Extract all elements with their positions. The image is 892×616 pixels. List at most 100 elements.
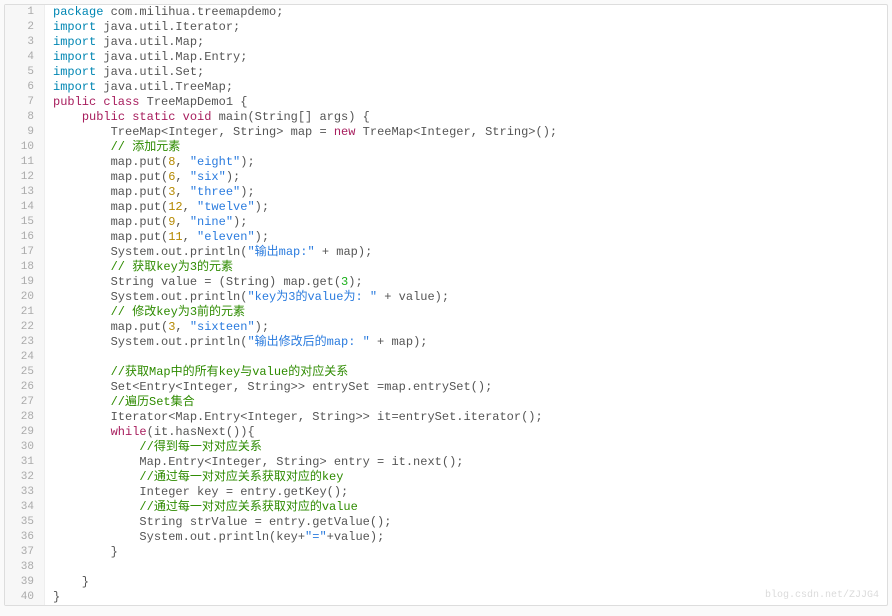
line-content: //通过每一对对应关系获取对应的key xyxy=(45,470,343,485)
code-block: 1package com.milihua.treemapdemo;2import… xyxy=(4,4,888,606)
token: //通过每一对对应关系获取对应的key xyxy=(139,470,343,484)
token: 12 xyxy=(168,200,182,214)
code-line: 13 map.put(3, "three"); xyxy=(5,185,887,200)
code-line: 31 Map.Entry<Integer, String> entry = it… xyxy=(5,455,887,470)
token: import xyxy=(53,20,103,34)
line-number: 1 xyxy=(5,5,45,20)
line-content: //遍历Set集合 xyxy=(45,395,195,410)
line-content: while(it.hasNext()){ xyxy=(45,425,255,440)
token: , xyxy=(175,185,189,199)
code-line: 15 map.put(9, "nine"); xyxy=(5,215,887,230)
token: main(String[] args) { xyxy=(219,110,370,124)
code-line: 17 System.out.println("输出map:" + map); xyxy=(5,245,887,260)
line-content: TreeMap<Integer, String> map = new TreeM… xyxy=(45,125,557,140)
line-number: 6 xyxy=(5,80,45,95)
token: ); xyxy=(255,230,269,244)
line-content: map.put(3, "three"); xyxy=(45,185,255,200)
code-line: 9 TreeMap<Integer, String> map = new Tre… xyxy=(5,125,887,140)
code-line: 30 //得到每一对对应关系 xyxy=(5,440,887,455)
code-line: 19 String value = (String) map.get(3); xyxy=(5,275,887,290)
token: map.put( xyxy=(53,200,168,214)
code-line: 20 System.out.println("key为3的value为: " +… xyxy=(5,290,887,305)
code-line: 24 xyxy=(5,350,887,365)
code-line: 6import java.util.TreeMap; xyxy=(5,80,887,95)
code-line: 7public class TreeMapDemo1 { xyxy=(5,95,887,110)
line-content: map.put(12, "twelve"); xyxy=(45,200,269,215)
token: "three" xyxy=(190,185,240,199)
token: map.put( xyxy=(53,230,168,244)
token: Iterator<Map.Entry<Integer, String>> it=… xyxy=(53,410,543,424)
line-number: 28 xyxy=(5,410,45,425)
line-number: 19 xyxy=(5,275,45,290)
code-line: 14 map.put(12, "twelve"); xyxy=(5,200,887,215)
code-line: 23 System.out.println("输出修改后的map: " + ma… xyxy=(5,335,887,350)
token: TreeMap<Integer, String>(); xyxy=(363,125,557,139)
token: ); xyxy=(255,200,269,214)
line-number: 31 xyxy=(5,455,45,470)
line-content: import java.util.Map.Entry; xyxy=(45,50,247,65)
token: , xyxy=(175,320,189,334)
token: { xyxy=(240,95,247,109)
line-number: 24 xyxy=(5,350,45,365)
token: +value); xyxy=(327,530,385,544)
line-content: public class TreeMapDemo1 { xyxy=(45,95,247,110)
code-line: 36 System.out.println(key+"="+value); xyxy=(5,530,887,545)
line-content: String value = (String) map.get(3); xyxy=(45,275,363,290)
token: import xyxy=(53,35,103,49)
token: } xyxy=(53,575,89,589)
token: "eight" xyxy=(190,155,240,169)
line-number: 10 xyxy=(5,140,45,155)
line-content: String strValue = entry.getValue(); xyxy=(45,515,391,530)
line-content xyxy=(45,560,53,575)
line-content: System.out.println("输出修改后的map: " + map); xyxy=(45,335,427,350)
line-content: map.put(9, "nine"); xyxy=(45,215,247,230)
line-content: // 获取key为3的元素 xyxy=(45,260,233,275)
token: java.util.Set; xyxy=(103,65,204,79)
code-line: 34 //通过每一对对应关系获取对应的value xyxy=(5,500,887,515)
line-number: 22 xyxy=(5,320,45,335)
line-number: 3 xyxy=(5,35,45,50)
line-number: 15 xyxy=(5,215,45,230)
line-content: System.out.println("输出map:" + map); xyxy=(45,245,372,260)
token: , xyxy=(175,215,189,229)
line-number: 30 xyxy=(5,440,45,455)
token: map.put( xyxy=(53,215,168,229)
line-number: 16 xyxy=(5,230,45,245)
line-content: public static void main(String[] args) { xyxy=(45,110,370,125)
line-content: System.out.println(key+"="+value); xyxy=(45,530,384,545)
code-line: 18 // 获取key为3的元素 xyxy=(5,260,887,275)
token: map.put( xyxy=(53,185,168,199)
token xyxy=(53,500,139,514)
code-line: 8 public static void main(String[] args)… xyxy=(5,110,887,125)
line-number: 27 xyxy=(5,395,45,410)
line-number: 36 xyxy=(5,530,45,545)
line-content: import java.util.Set; xyxy=(45,65,204,80)
token: // 修改key为3前的元素 xyxy=(111,305,245,319)
token: Set<Entry<Integer, String>> entrySet =ma… xyxy=(53,380,492,394)
token: //通过每一对对应关系获取对应的value xyxy=(139,500,357,514)
token: //得到每一对对应关系 xyxy=(139,440,261,454)
code-line: 25 //获取Map中的所有key与value的对应关系 xyxy=(5,365,887,380)
line-content: map.put(11, "eleven"); xyxy=(45,230,269,245)
line-number: 39 xyxy=(5,575,45,590)
line-number: 11 xyxy=(5,155,45,170)
line-number: 2 xyxy=(5,20,45,35)
token xyxy=(53,305,111,319)
token: + value); xyxy=(377,290,449,304)
token: java.util.TreeMap; xyxy=(103,80,233,94)
token: "=" xyxy=(305,530,327,544)
line-number: 13 xyxy=(5,185,45,200)
code-line: 33 Integer key = entry.getKey(); xyxy=(5,485,887,500)
token: } xyxy=(53,545,118,559)
token: java.util.Map; xyxy=(103,35,204,49)
line-content: map.put(6, "six"); xyxy=(45,170,240,185)
line-content: } xyxy=(45,590,60,605)
line-number: 8 xyxy=(5,110,45,125)
token: TreeMap<Integer, String> map = xyxy=(53,125,334,139)
line-content: System.out.println("key为3的value为: " + va… xyxy=(45,290,449,305)
line-content: Set<Entry<Integer, String>> entrySet =ma… xyxy=(45,380,492,395)
line-number: 18 xyxy=(5,260,45,275)
line-content: import java.util.Iterator; xyxy=(45,20,240,35)
token xyxy=(53,110,82,124)
line-number: 23 xyxy=(5,335,45,350)
